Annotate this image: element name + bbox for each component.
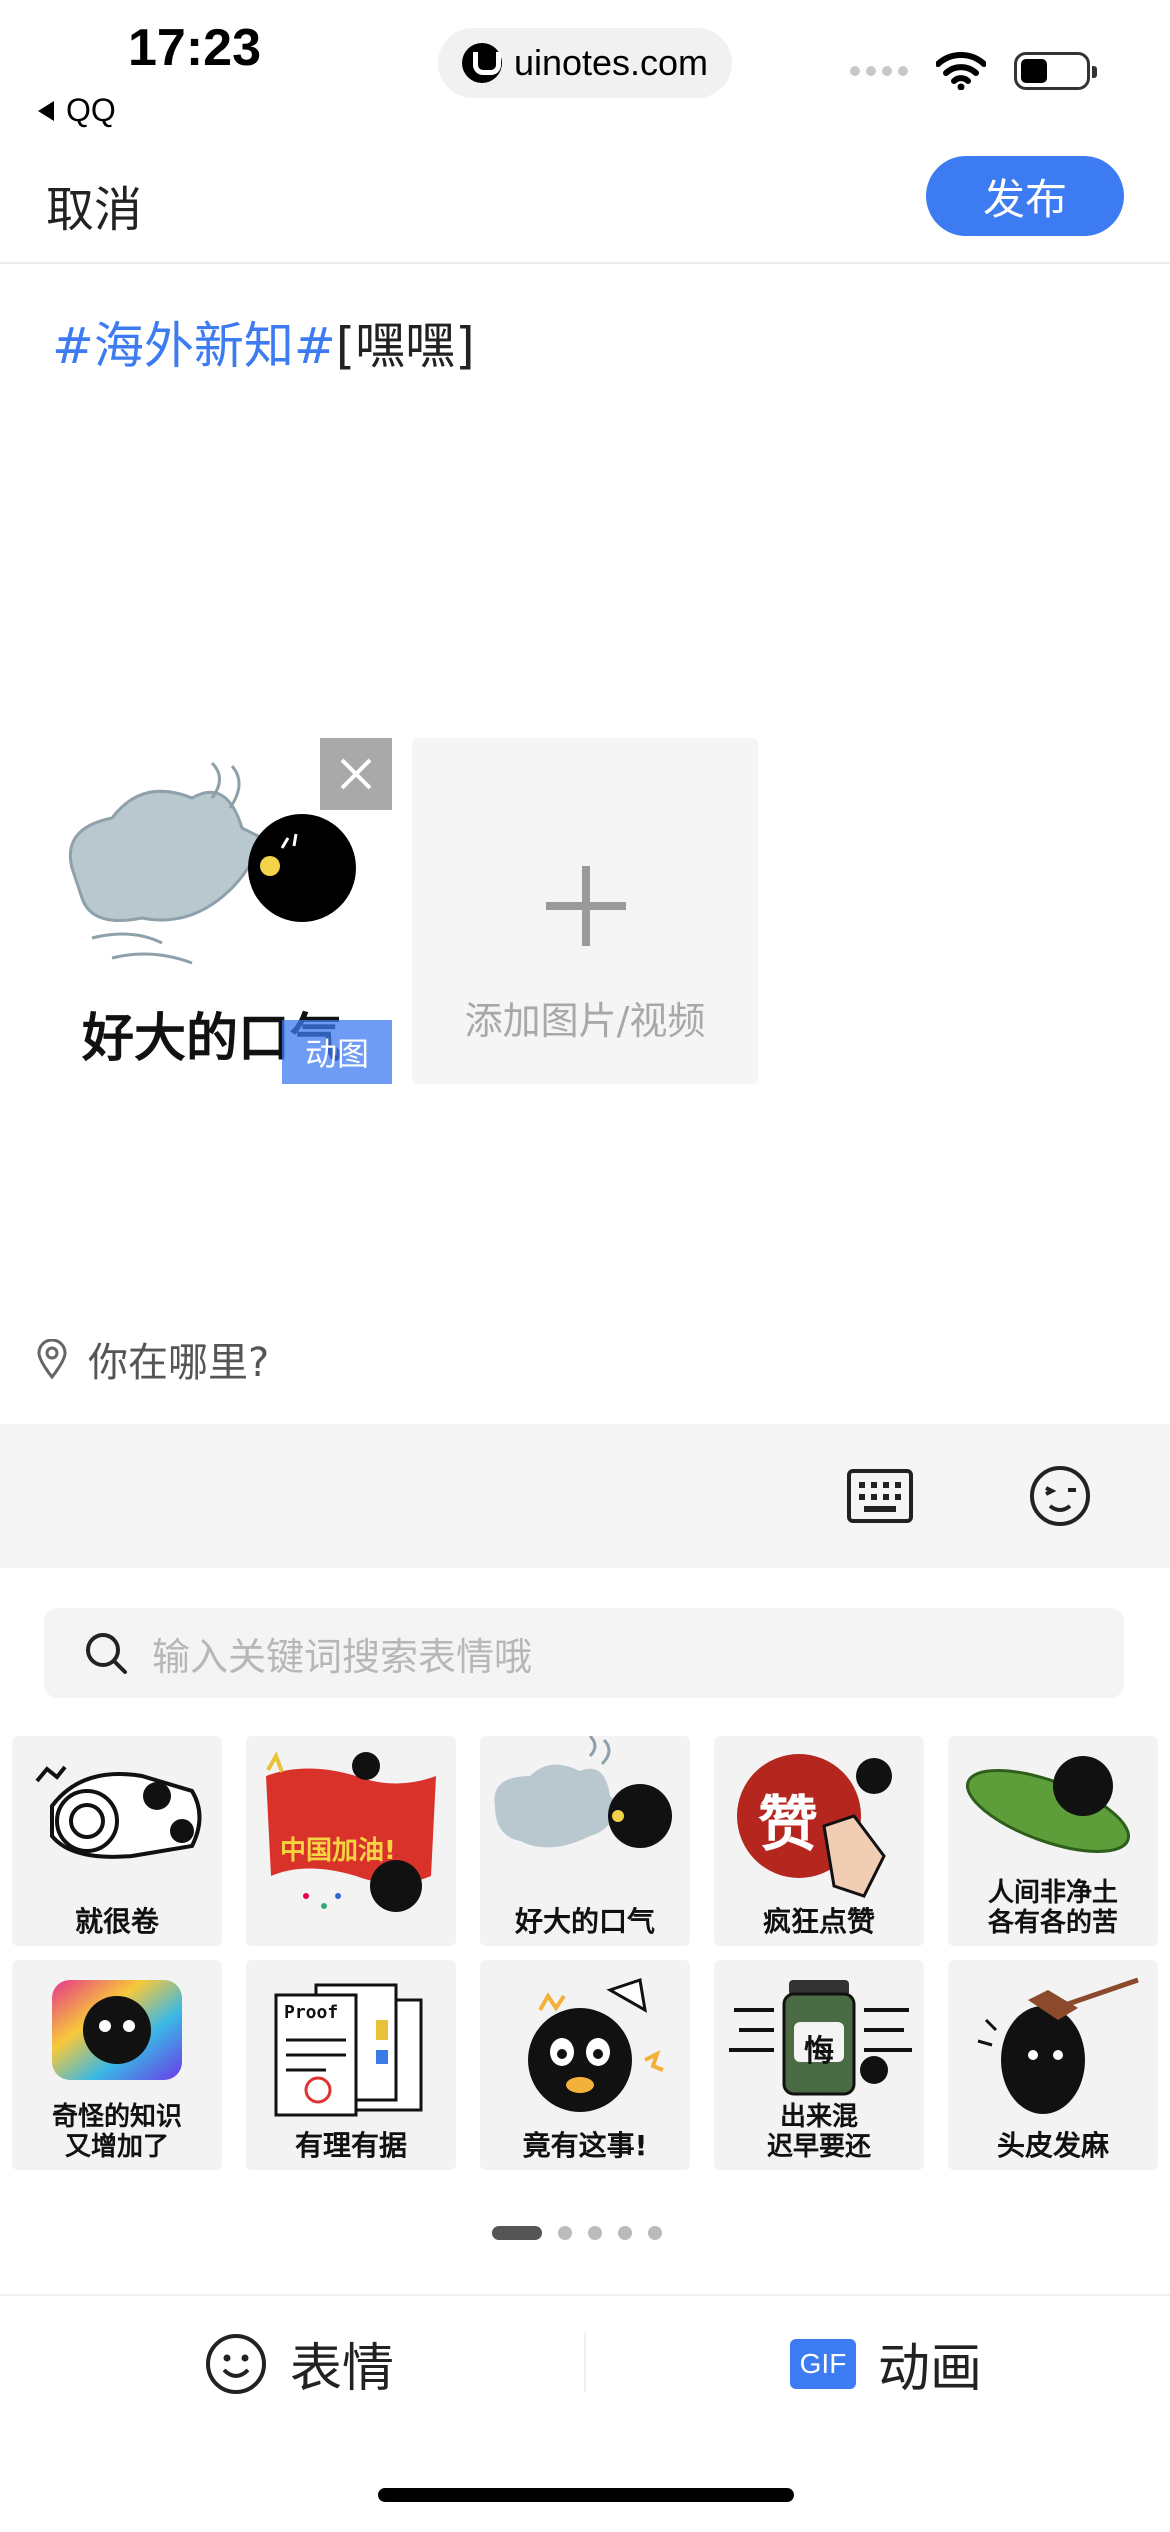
- emoji-toggle-button[interactable]: [1028, 1464, 1092, 1528]
- sticker-caption: 出来混 迟早要还: [766, 2102, 871, 2162]
- status-indicators: [850, 52, 1097, 90]
- search-icon: [86, 1633, 127, 1674]
- proof-label: Proof: [284, 2002, 339, 2023]
- surprised-face-sticker-image: [528, 1978, 664, 2112]
- sticker-caption: 人间非净土 各有各的苦: [987, 1878, 1118, 1938]
- gif-icon: GIF: [790, 2338, 856, 2389]
- sticker-caption: 有理有据: [294, 2129, 407, 2162]
- scalp-sticker-image: [977, 1977, 1139, 2114]
- sticker-caption: 头皮发麻: [996, 2129, 1109, 2162]
- sticker-rainbow[interactable]: 奇怪的知识 又增加了: [12, 1960, 222, 2170]
- emoji-code: [嘿嘿]: [335, 317, 475, 375]
- breath-cloud-sticker-image: [494, 1736, 672, 1848]
- url-pill[interactable]: uinotes.com: [438, 28, 732, 98]
- bitter-melon-sticker-image: [965, 1756, 1131, 1853]
- back-to-app[interactable]: QQ: [36, 92, 116, 129]
- page-indicator[interactable]: [648, 2226, 662, 2240]
- paper-roll-sticker-image: [35, 1765, 202, 1859]
- like-badge-text: 赞: [758, 1790, 818, 1860]
- location-pin-icon: [37, 1339, 67, 1379]
- regret-badge-text: 悔: [804, 2034, 834, 2069]
- post-text-input[interactable]: #海外新知#[嘿嘿]: [52, 306, 475, 378]
- back-triangle-icon: [38, 100, 54, 121]
- remove-media-button[interactable]: [320, 738, 392, 810]
- site-logo-icon: [461, 43, 502, 83]
- page-indicator-active[interactable]: [492, 2226, 542, 2240]
- wifi-icon: [936, 52, 986, 90]
- sticker-roll[interactable]: 就很卷: [12, 1736, 222, 1946]
- add-media-button[interactable]: 添加图片/视频: [412, 738, 758, 1084]
- sticker-flag[interactable]: 中国加油!: [246, 1736, 456, 1946]
- sticker-breath[interactable]: 好大的口气: [480, 1736, 690, 1946]
- sticker-scalp[interactable]: 头皮发麻: [948, 1960, 1158, 2170]
- page-indicator[interactable]: [558, 2226, 572, 2240]
- plus-icon: [546, 866, 626, 946]
- tab-emoji-label: 表情: [290, 2339, 395, 2399]
- tab-animation-label: 动画: [878, 2339, 983, 2399]
- sticker-bitter-melon[interactable]: 人间非净土 各有各的苦: [948, 1736, 1158, 1946]
- url-text: uinotes.com: [513, 42, 709, 83]
- tab-animation[interactable]: GIF 动画: [790, 2326, 982, 2401]
- keyboard-icon: [847, 1469, 913, 1523]
- sticker-caption: 竟有这事!: [522, 2129, 648, 2162]
- input-toolbar: [0, 1424, 1170, 1568]
- rainbow-face-sticker-image: [52, 1980, 182, 2080]
- location-picker[interactable]: 你在哪里?: [36, 1330, 269, 1388]
- cancel-button[interactable]: 取消: [46, 170, 142, 240]
- tab-emoji[interactable]: 表情: [204, 2326, 394, 2401]
- sticker-like[interactable]: 赞 疯狂点赞: [714, 1736, 924, 1946]
- sticker-proof[interactable]: Proof 有理有据: [246, 1960, 456, 2170]
- gif-tag: 动图: [282, 1020, 392, 1084]
- sticker-grid: 就很卷 中国加油! 好大的口气 赞 疯狂点赞 人间非净土 各有各的苦 奇怪的知识…: [12, 1736, 1162, 2170]
- sticker-search-input[interactable]: 输入关键词搜索表情哦: [44, 1608, 1124, 1698]
- wink-face-icon: [1030, 1466, 1090, 1526]
- nav-bar: 取消 发布: [0, 140, 1170, 264]
- close-icon: [340, 758, 372, 790]
- add-media-label: 添加图片/视频: [464, 999, 706, 1043]
- sticker-caption: 疯狂点赞: [762, 1905, 875, 1938]
- keyboard-button[interactable]: [846, 1468, 914, 1524]
- page-indicator[interactable]: [588, 2226, 602, 2240]
- publish-button[interactable]: 发布: [926, 156, 1124, 236]
- cellular-signal-icon: [850, 66, 908, 76]
- tab-divider: [584, 2332, 586, 2392]
- page-indicator[interactable]: [618, 2226, 632, 2240]
- sticker-pagination[interactable]: [492, 2226, 662, 2240]
- search-placeholder: 输入关键词搜索表情哦: [152, 1634, 533, 1679]
- documents-sticker-image: [274, 1983, 423, 2117]
- sticker-caption: 好大的口气: [514, 1905, 655, 1938]
- back-app-label: QQ: [66, 92, 116, 128]
- sticker-caption: 就很卷: [74, 1905, 159, 1938]
- sticker-surprised[interactable]: 竟有这事!: [480, 1960, 690, 2170]
- battery-icon: [1014, 52, 1097, 90]
- smiley-icon: [206, 2333, 266, 2394]
- sticker-regret[interactable]: 悔 出来混 迟早要还: [714, 1960, 924, 2170]
- sticker-caption: 奇怪的知识 又增加了: [51, 2102, 182, 2162]
- topic-tag[interactable]: #海外新知#: [52, 317, 336, 375]
- like-hand-sticker-image: [737, 1754, 892, 1898]
- flag-banner-text: 中国加油!: [280, 1836, 396, 1866]
- sticker-type-tabs: 表情 GIF 动画: [0, 2294, 1170, 2434]
- status-time: 17:23: [128, 19, 261, 77]
- location-placeholder: 你在哪里?: [88, 1340, 270, 1386]
- home-indicator[interactable]: [378, 2488, 794, 2502]
